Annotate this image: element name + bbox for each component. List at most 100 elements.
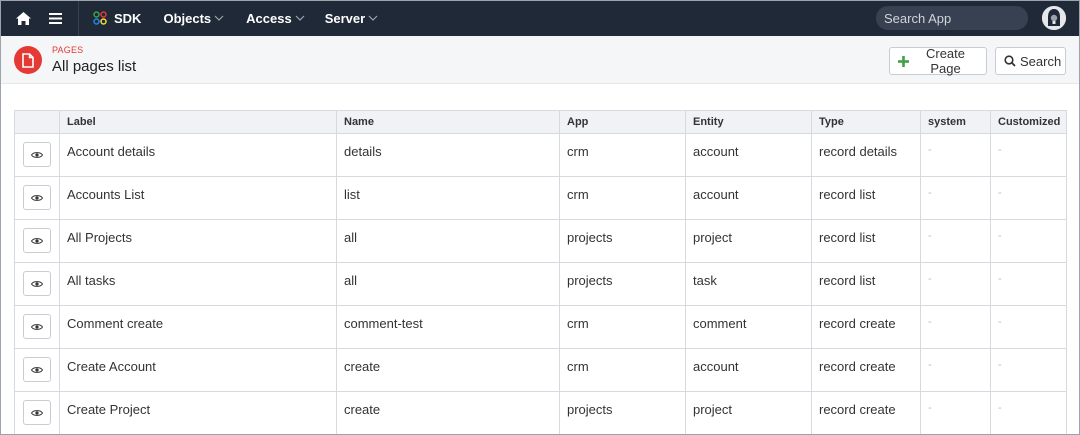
user-avatar-icon xyxy=(1042,6,1066,30)
search-button[interactable]: Search xyxy=(995,47,1066,75)
cell-system: - xyxy=(920,391,991,435)
menu-server[interactable]: Server xyxy=(325,11,378,26)
brand-sdk[interactable]: SDK xyxy=(93,11,141,26)
row-actions-cell xyxy=(14,133,60,177)
column-header-entity[interactable]: Entity xyxy=(685,110,812,134)
table-row: Accounts List list crm account record li… xyxy=(14,176,1067,220)
table-row: Create Project create projects project r… xyxy=(14,391,1067,435)
eye-icon xyxy=(31,280,43,287)
column-header-label[interactable]: Label xyxy=(59,110,337,134)
cell-customized: - xyxy=(990,348,1067,392)
view-button[interactable] xyxy=(23,400,51,425)
menu-access-label: Access xyxy=(246,10,292,26)
cell-customized: - xyxy=(990,133,1067,177)
cell-label: All tasks xyxy=(59,262,337,306)
menu-objects-label: Objects xyxy=(163,10,212,26)
cell-entity: account xyxy=(685,348,812,392)
table-header-row: Label Name App Entity Type system Custom… xyxy=(14,110,1067,134)
cell-type: record create xyxy=(811,305,921,349)
page-header: PAGES All pages list Create Page Search xyxy=(0,36,1080,84)
cell-type: record list xyxy=(811,262,921,306)
eye-icon xyxy=(31,366,43,373)
page-kicker: PAGES xyxy=(52,45,84,55)
cell-app: crm xyxy=(559,133,686,177)
chevron-down-icon xyxy=(214,15,224,21)
column-header-app[interactable]: App xyxy=(559,110,686,134)
cell-customized: - xyxy=(990,176,1067,220)
cell-label: Create Project xyxy=(59,391,337,435)
avatar[interactable] xyxy=(1042,6,1066,30)
cell-customized: - xyxy=(990,391,1067,435)
pages-table: Label Name App Entity Type system Custom… xyxy=(14,110,1067,435)
cell-system: - xyxy=(920,219,991,263)
hamburger-menu-icon[interactable] xyxy=(46,9,64,27)
cell-app: projects xyxy=(559,391,686,435)
cell-app: crm xyxy=(559,176,686,220)
top-navbar: SDK Objects Access Server xyxy=(0,0,1080,36)
cell-label: Comment create xyxy=(59,305,337,349)
row-actions-cell xyxy=(14,391,60,435)
cell-name: create xyxy=(336,391,560,435)
cell-type: record create xyxy=(811,348,921,392)
pages-table-container: Label Name App Entity Type system Custom… xyxy=(14,110,1067,435)
cell-name: comment-test xyxy=(336,305,560,349)
cell-label: Account details xyxy=(59,133,337,177)
view-button[interactable] xyxy=(23,228,51,253)
cell-app: projects xyxy=(559,262,686,306)
cell-customized: - xyxy=(990,262,1067,306)
search-app-input[interactable] xyxy=(876,6,1028,30)
create-page-label: Create Page xyxy=(925,46,966,76)
cell-system: - xyxy=(920,133,991,177)
eye-icon xyxy=(31,237,43,244)
cell-app: crm xyxy=(559,348,686,392)
row-actions-cell xyxy=(14,262,60,306)
cell-name: all xyxy=(336,262,560,306)
home-icon[interactable] xyxy=(14,9,32,27)
table-row: Account details details crm account reco… xyxy=(14,133,1067,177)
view-button[interactable] xyxy=(23,314,51,339)
search-icon xyxy=(1004,55,1016,67)
table-row: All Projects all projects project record… xyxy=(14,219,1067,263)
cell-label: Create Account xyxy=(59,348,337,392)
row-actions-cell xyxy=(14,176,60,220)
table-row: Comment create comment-test crm comment … xyxy=(14,305,1067,349)
search-label: Search xyxy=(1020,53,1062,69)
cell-system: - xyxy=(920,262,991,306)
cell-entity: project xyxy=(685,219,812,263)
column-header-system[interactable]: system xyxy=(920,110,991,134)
cell-system: - xyxy=(920,305,991,349)
page-title: All pages list xyxy=(52,58,137,75)
menu-access[interactable]: Access xyxy=(246,11,305,26)
column-header-name[interactable]: Name xyxy=(336,110,560,134)
view-button[interactable] xyxy=(23,185,51,210)
table-row: All tasks all projects task record list … xyxy=(14,262,1067,306)
view-button[interactable] xyxy=(23,271,51,296)
cell-name: all xyxy=(336,219,560,263)
page-document-icon xyxy=(14,46,42,74)
sdk-apps-icon xyxy=(93,11,107,25)
chevron-down-icon xyxy=(368,15,378,21)
cell-type: record create xyxy=(811,391,921,435)
view-button[interactable] xyxy=(23,142,51,167)
row-actions-cell xyxy=(14,219,60,263)
create-page-button[interactable]: Create Page xyxy=(889,46,987,76)
cell-name: list xyxy=(336,176,560,220)
brand-label: SDK xyxy=(114,10,142,26)
navbar-divider xyxy=(78,0,79,36)
column-header-type[interactable]: Type xyxy=(811,110,921,134)
column-header-customized[interactable]: Customized xyxy=(990,110,1067,134)
cell-label: Accounts List xyxy=(59,176,337,220)
cell-label: All Projects xyxy=(59,219,337,263)
plus-icon xyxy=(898,55,909,67)
view-button[interactable] xyxy=(23,357,51,382)
row-actions-cell xyxy=(14,305,60,349)
table-row: Create Account create crm account record… xyxy=(14,348,1067,392)
cell-name: create xyxy=(336,348,560,392)
cell-entity: task xyxy=(685,262,812,306)
eye-icon xyxy=(31,323,43,330)
column-header-actions xyxy=(14,110,60,134)
eye-icon xyxy=(31,409,43,416)
cell-system: - xyxy=(920,348,991,392)
menu-objects[interactable]: Objects xyxy=(163,11,224,26)
row-actions-cell xyxy=(14,348,60,392)
